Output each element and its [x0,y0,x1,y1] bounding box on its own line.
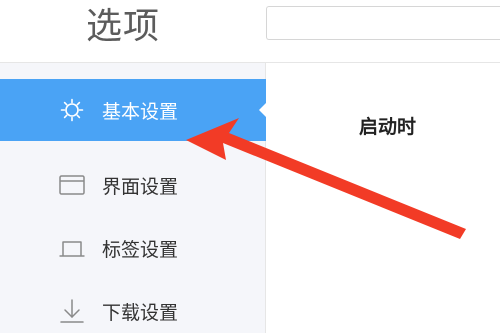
sidebar-item-download-settings[interactable]: 下载设置 [0,280,266,333]
window-icon [58,171,86,199]
tab-icon [58,234,86,262]
sidebar-item-tab-settings[interactable]: 标签设置 [0,217,266,279]
sidebar: 基本设置 界面设置 标签设置 下载设置 [0,63,267,333]
sidebar-item-label: 下载设置 [102,301,179,324]
options-page: 选项 基本设置 界面设置 标签设置 下载设置 启动时 [0,0,500,333]
sidebar-item-label: 基本设置 [102,100,179,123]
page-title: 选项 [86,6,161,47]
sidebar-item-label: 界面设置 [102,175,179,198]
sidebar-item-label: 标签设置 [102,238,179,261]
sidebar-item-basic-settings[interactable]: 基本设置 [0,79,267,141]
section-heading-startup: 启动时 [359,116,417,138]
search-input[interactable] [266,6,500,40]
download-icon [58,297,86,325]
sidebar-item-interface-settings[interactable]: 界面设置 [0,154,266,216]
gear-icon [58,96,86,124]
